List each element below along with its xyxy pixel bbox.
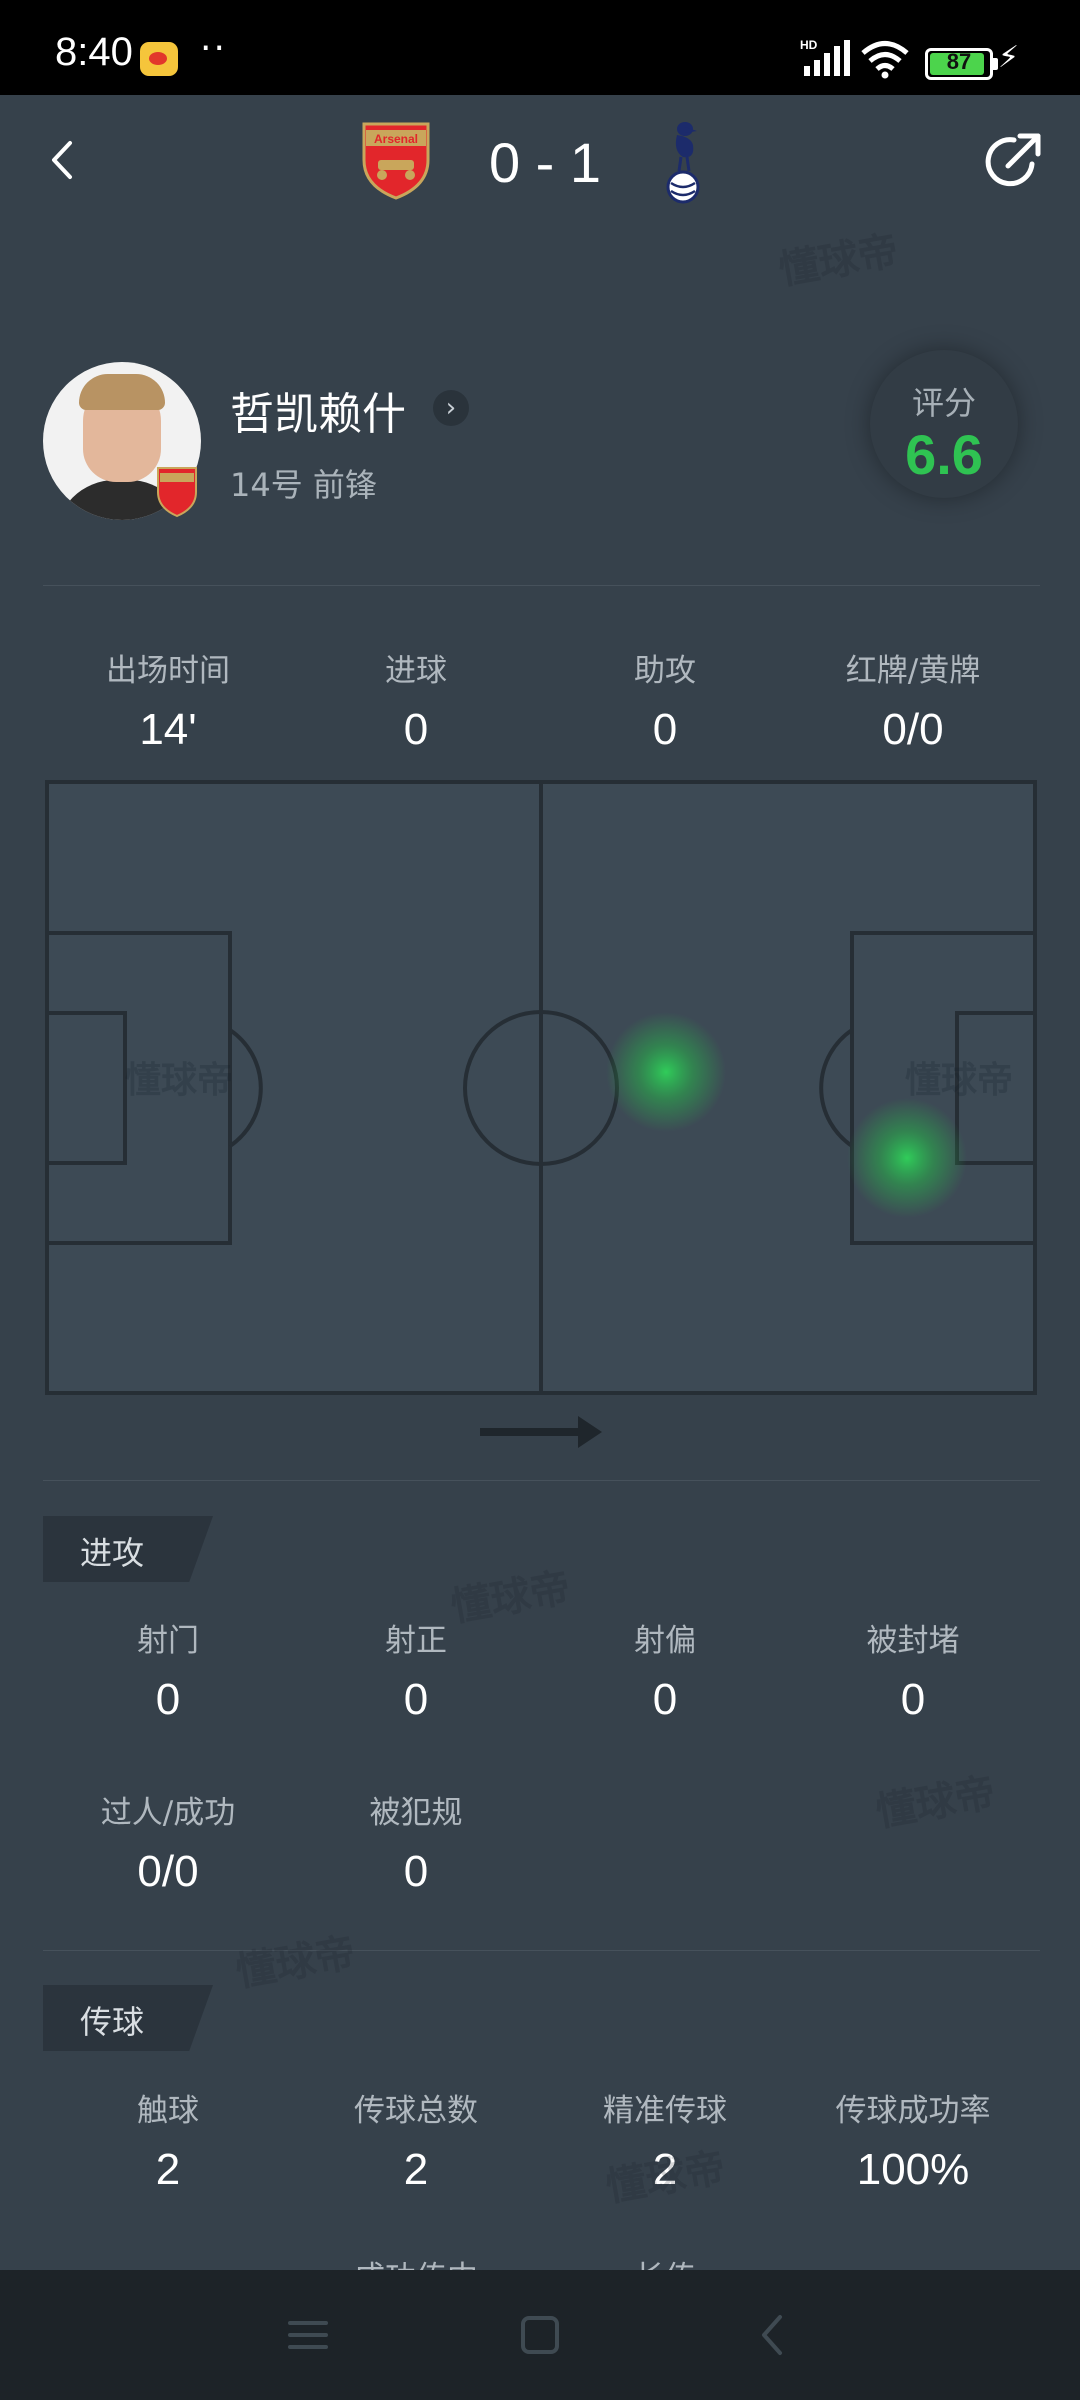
stat-label: 精准传球 [603,2093,727,2129]
stat-minutes: 出场时间 14' [43,645,293,755]
stat-label: 射门 [137,1623,199,1659]
system-nav-bar [0,2270,1080,2400]
player-number-position: 14号 前锋 [230,466,377,504]
stat-value: 0 [652,705,678,754]
stat-assists: 助攻 0 [540,645,790,755]
heat-spot [606,1012,726,1132]
menu-icon[interactable] [278,2305,338,2365]
stat-value: 0 [155,1675,181,1724]
heat-spot [847,1098,967,1218]
stat-value: 100% [856,2145,970,2194]
back-icon[interactable] [40,135,90,185]
stat-label: 被犯规 [369,1795,463,1831]
watermark-text: 懂球帝 [905,1060,1013,1101]
divider [43,1950,1040,1951]
network-type-label: HD [800,38,818,52]
player-name[interactable]: 哲凯赖什 [230,378,406,442]
stat-shots: 射门 0 [43,1615,293,1725]
share-icon[interactable] [980,130,1044,194]
stat-value: 0 [403,705,429,754]
stat-shots-blocked: 被封堵 0 [788,1615,1038,1725]
stat-label: 传球总数 [354,2093,478,2129]
stat-fouled: 被犯规 0 [291,1787,541,1897]
stat-goals: 进球 0 [291,645,541,755]
rating-badge: 评分 6.6 [870,350,1018,498]
stat-dribbles: 过人/成功 0/0 [43,1787,293,1897]
section-title-passing: 传球 [43,1985,213,2051]
stat-label: 传球成功率 [835,2093,991,2129]
stat-cards: 红牌/黄牌 0/0 [788,645,1038,755]
arsenal-badge-icon: Arsenal [362,122,430,200]
stat-value: 0 [652,1675,678,1724]
status-dots: ·· [200,28,227,69]
rating-label: 评分 [911,384,976,422]
back-nav-icon[interactable] [744,2305,804,2365]
stat-total-passes: 传球总数 2 [291,2085,541,2195]
chevron-right-icon[interactable]: › [433,390,469,426]
stat-label: 助攻 [634,653,696,689]
stat-shots-on-target: 射正 0 [291,1615,541,1725]
section-title-text: 进攻 [80,1534,145,1572]
watermark-text: 懂球帝 [125,1060,233,1101]
status-time: 8:40 [55,30,133,74]
stat-label: 红牌/黄牌 [845,653,981,689]
stat-label: 触球 [137,2093,199,2129]
stat-value: 0 [900,1675,926,1724]
stat-label: 过人/成功 [100,1795,236,1831]
match-score: 0 - 1 [488,131,602,194]
wifi-icon [861,41,909,79]
stat-value: 0 [403,1847,429,1896]
stat-label: 被封堵 [866,1623,960,1659]
stat-value: 0/0 [137,1847,199,1896]
stat-label: 射偏 [634,1623,696,1659]
stat-touches: 触球 2 [43,2085,293,2195]
stat-pass-accuracy: 传球成功率 100% [788,2085,1038,2195]
rating-value: 6.6 [905,423,983,486]
watermark-text: 懂球帝 [232,1929,359,1997]
tottenham-badge-icon [666,122,700,204]
watermark-text: 懂球帝 [872,1769,999,1837]
divider [43,585,1040,586]
stat-shots-off-target: 射偏 0 [540,1615,790,1725]
attack-direction-arrow-icon [480,1416,602,1448]
stat-value: 14' [139,705,197,754]
charging-icon: ⚡ [998,40,1020,75]
section-title-text: 传球 [80,2003,145,2041]
team-badge-small-icon [157,467,197,518]
arsenal-badge-text: Arsenal [374,132,418,146]
stat-label: 进球 [385,653,447,689]
home-icon[interactable] [510,2305,570,2365]
battery-icon: 87 [925,48,998,80]
stat-value: 2 [403,2145,429,2194]
weibo-icon [140,42,178,76]
heatmap-pitch: 懂球帝 懂球帝 [45,780,1037,1395]
battery-level: 87 [946,49,972,74]
stat-value: 0 [403,1675,429,1724]
signal-icon: HD [800,38,850,76]
match-header: Arsenal 0 - 1 [0,95,1080,235]
divider [43,1480,1040,1481]
stat-value: 0/0 [882,705,944,754]
status-bar: 8:40 ·· HD 87 ⚡ [0,0,1080,95]
section-title-attack: 进攻 [43,1516,213,1582]
stat-label: 出场时间 [106,653,230,689]
stat-value: 2 [155,2145,181,2194]
